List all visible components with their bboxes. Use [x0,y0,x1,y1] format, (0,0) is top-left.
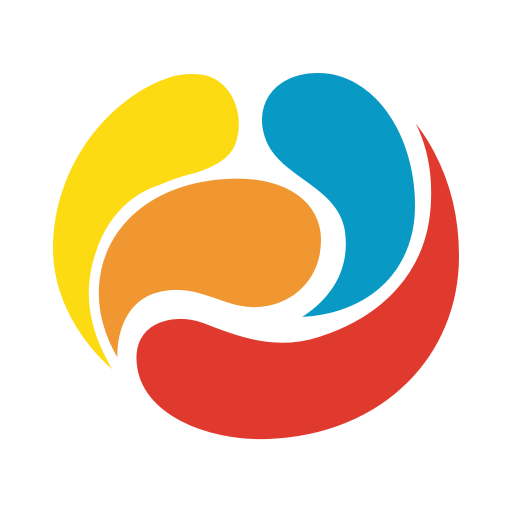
swirl-logo-icon [43,63,469,450]
icon-canvas [0,0,512,512]
